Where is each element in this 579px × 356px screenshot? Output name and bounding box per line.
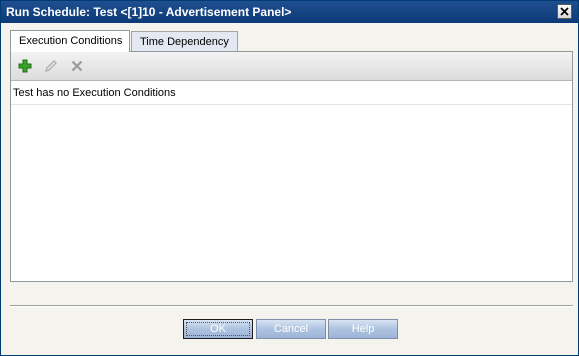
edit-pencil-icon (45, 60, 57, 72)
close-icon (560, 7, 569, 16)
delete-x-icon (71, 60, 83, 72)
tab-label: Execution Conditions (19, 35, 123, 47)
edit-condition-button[interactable] (43, 58, 59, 74)
run-schedule-dialog: Run Schedule: Test <[1]10 - Advertisemen… (0, 0, 579, 356)
footer-divider (10, 305, 573, 307)
conditions-toolbar (11, 52, 572, 81)
empty-conditions-message: Test has no Execution Conditions (13, 87, 176, 99)
ok-button[interactable]: OK (183, 319, 253, 339)
window-title: Run Schedule: Test <[1]10 - Advertisemen… (6, 5, 292, 19)
tab-label: Time Dependency (140, 36, 229, 48)
delete-condition-button[interactable] (69, 58, 85, 74)
add-icon (18, 59, 32, 73)
tab-execution-conditions[interactable]: Execution Conditions (10, 30, 130, 52)
help-button[interactable]: Help (328, 319, 398, 339)
close-button[interactable] (557, 4, 572, 19)
execution-conditions-panel: Test has no Execution Conditions (10, 51, 573, 282)
tab-time-dependency[interactable]: Time Dependency (131, 31, 238, 51)
cancel-button[interactable]: Cancel (256, 319, 326, 339)
row-divider (11, 104, 572, 105)
title-bar[interactable]: Run Schedule: Test <[1]10 - Advertisemen… (1, 1, 578, 23)
add-condition-button[interactable] (17, 58, 33, 74)
